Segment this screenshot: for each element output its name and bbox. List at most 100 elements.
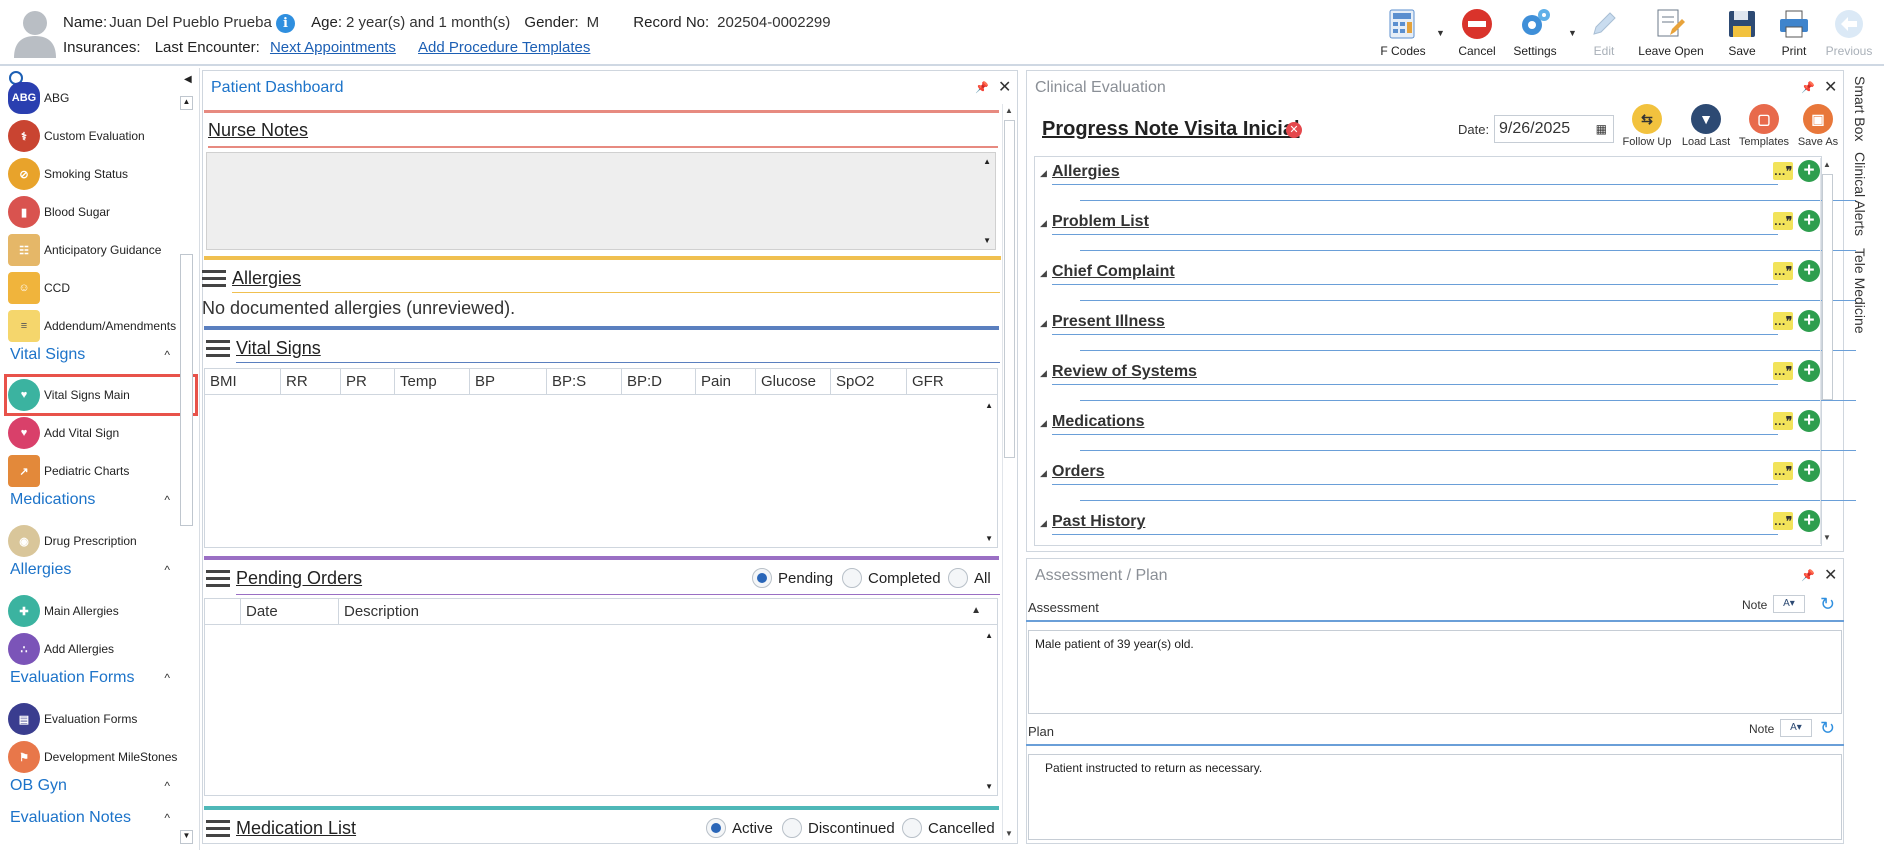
note-format-dropdown[interactable]: A▾ — [1780, 719, 1812, 737]
column-header[interactable]: BP:S — [547, 369, 622, 394]
add-icon[interactable]: + — [1798, 460, 1820, 482]
assessment-textarea[interactable]: Male patient of 39 year(s) old. — [1028, 630, 1842, 714]
scrollbar-thumb[interactable] — [1004, 120, 1015, 458]
section-label[interactable]: Review of Systems — [1052, 363, 1197, 381]
expand-icon[interactable]: ◢ — [1040, 168, 1047, 179]
tab-smart-box[interactable]: Smart Box — [1852, 76, 1868, 141]
expand-icon[interactable]: ◢ — [1040, 518, 1047, 529]
templates-button[interactable]: ▢ Templates — [1736, 104, 1792, 148]
sidebar-item-development-milestones[interactable]: ⚑ Development MileStones — [8, 740, 180, 774]
pin-icon[interactable]: 📌 — [1801, 569, 1815, 582]
menu-icon[interactable] — [206, 820, 230, 838]
add-icon[interactable]: + — [1798, 160, 1820, 182]
section-label[interactable]: Orders — [1052, 463, 1104, 481]
add-icon[interactable]: + — [1798, 260, 1820, 282]
sidebar-item-add-vital-sign[interactable]: ♥ Add Vital Sign — [8, 416, 180, 450]
filter-active-radio[interactable]: Active — [706, 818, 773, 838]
edit-button[interactable]: Edit — [1584, 6, 1624, 62]
plan-textarea[interactable]: Patient instructed to return as necessar… — [1028, 754, 1842, 840]
add-icon[interactable]: + — [1798, 510, 1820, 532]
column-header[interactable]: Temp — [395, 369, 470, 394]
quote-icon[interactable]: …❞ — [1773, 362, 1793, 380]
save-button[interactable]: Save — [1722, 6, 1762, 62]
sidebar-item-ccd[interactable]: ☺ CCD — [8, 271, 180, 305]
sidebar-item-custom-evaluation[interactable]: ⚕ Custom Evaluation — [8, 119, 180, 153]
column-header[interactable]: Glucose — [756, 369, 831, 394]
scroll-down-icon[interactable]: ▼ — [985, 782, 993, 791]
add-icon[interactable]: + — [1798, 360, 1820, 382]
print-button[interactable]: Print — [1774, 6, 1814, 62]
scroll-up-icon[interactable]: ▲ — [985, 401, 993, 410]
quote-icon[interactable]: …❞ — [1773, 462, 1793, 480]
close-icon[interactable]: ✕ — [1824, 565, 1837, 585]
column-header[interactable]: BP — [470, 369, 547, 394]
quote-icon[interactable]: …❞ — [1773, 312, 1793, 330]
menu-icon[interactable] — [206, 340, 230, 358]
sidebar-section-evaluation-notes[interactable]: Evaluation Notes ^ — [10, 809, 170, 827]
sidebar-section-medications[interactable]: Medications ^ — [10, 491, 170, 509]
expand-icon[interactable]: ◢ — [1040, 468, 1047, 479]
dashboard-scrollbar[interactable]: ▲ ▼ — [1002, 104, 1016, 840]
leave-open-button[interactable]: Leave Open — [1636, 6, 1706, 62]
column-header[interactable]: RR — [281, 369, 341, 394]
tab-clinical-alerts[interactable]: Clinical Alerts — [1852, 152, 1868, 236]
column-header[interactable]: SpO2 — [831, 369, 907, 394]
quote-icon[interactable]: …❞ — [1773, 162, 1793, 180]
filter-cancelled-radio[interactable]: Cancelled — [902, 818, 995, 838]
column-header[interactable]: GFR — [907, 369, 985, 394]
fcodes-dropdown-icon[interactable]: ▼ — [1436, 28, 1445, 38]
sidebar-section-ob-gyn[interactable]: OB Gyn ^ — [10, 777, 170, 795]
follow-up-button[interactable]: ⇆ Follow Up — [1620, 104, 1674, 148]
date-input[interactable]: 9/26/2025 ▦ — [1494, 115, 1614, 143]
quote-icon[interactable]: …❞ — [1773, 212, 1793, 230]
sidebar-item-main-allergies[interactable]: ✚ Main Allergies — [8, 594, 180, 628]
sidebar-scrollbar[interactable]: ▲ ▼ — [180, 74, 194, 844]
section-past-history[interactable]: ◢ Past History …❞ + — [1040, 510, 1820, 550]
sidebar-item-anticipatory-guidance[interactable]: ☷ Anticipatory Guidance — [8, 233, 180, 267]
section-label[interactable]: Problem List — [1052, 213, 1149, 231]
load-last-button[interactable]: ▼ Load Last — [1680, 104, 1732, 148]
quote-icon[interactable]: …❞ — [1773, 512, 1793, 530]
sidebar-item-pediatric-charts[interactable]: ↗ Pediatric Charts — [8, 454, 180, 488]
filter-all-radio[interactable]: All — [948, 568, 991, 588]
scroll-up-icon[interactable]: ▲ — [1823, 160, 1831, 169]
clinical-scrollbar[interactable]: ▲ ▼ — [1820, 158, 1834, 544]
refresh-icon[interactable]: ↻ — [1820, 594, 1835, 615]
sidebar-item-abg[interactable]: ABG ABG — [8, 81, 180, 115]
expand-icon[interactable]: ◢ — [1040, 218, 1047, 229]
sidebar-item-addendum[interactable]: ≡ Addendum/Amendments — [8, 309, 180, 343]
section-label[interactable]: Medications — [1052, 413, 1144, 431]
section-label[interactable]: Chief Complaint — [1052, 263, 1175, 281]
scrollbar-thumb[interactable] — [180, 254, 193, 526]
scroll-up-icon[interactable]: ▲ — [983, 157, 991, 166]
close-icon[interactable]: ✕ — [998, 77, 1011, 97]
previous-button[interactable]: Previous — [1824, 6, 1874, 62]
quote-icon[interactable]: …❞ — [1773, 262, 1793, 280]
info-icon[interactable]: i — [275, 14, 295, 33]
refresh-icon[interactable]: ↻ — [1820, 718, 1835, 739]
column-header[interactable]: Date — [241, 599, 339, 624]
sidebar-item-evaluation-forms[interactable]: ▤ Evaluation Forms — [8, 702, 180, 736]
filter-pending-radio[interactable]: Pending — [752, 568, 833, 588]
pin-icon[interactable]: 📌 — [975, 81, 989, 94]
fcodes-button[interactable]: F Codes — [1378, 6, 1428, 62]
nurse-notes-area[interactable]: ▲ ▼ — [206, 152, 996, 250]
section-orders[interactable]: ◢ Orders …❞ + — [1040, 460, 1856, 501]
section-allergies[interactable]: ◢ Allergies …❞ + — [1040, 160, 1856, 201]
scroll-up-icon[interactable]: ▲ — [1005, 106, 1013, 115]
close-icon[interactable]: ✕ — [1824, 77, 1837, 97]
expand-icon[interactable]: ◢ — [1040, 318, 1047, 329]
section-chief-complaint[interactable]: ◢ Chief Complaint …❞ + — [1040, 260, 1856, 301]
section-medications[interactable]: ◢ Medications …❞ + — [1040, 410, 1856, 451]
sidebar-item-blood-sugar[interactable]: ▮ Blood Sugar — [8, 195, 180, 229]
save-as-button[interactable]: ▣ Save As — [1796, 104, 1840, 148]
scrollbar-thumb[interactable] — [1822, 174, 1833, 400]
sidebar-section-allergies[interactable]: Allergies ^ — [10, 561, 170, 579]
settings-dropdown-icon[interactable]: ▼ — [1568, 28, 1577, 38]
sidebar-item-add-allergies[interactable]: ∴ Add Allergies — [8, 632, 180, 666]
add-icon[interactable]: + — [1798, 410, 1820, 432]
column-header[interactable]: Description ▲ — [339, 599, 995, 624]
section-present-illness[interactable]: ◢ Present Illness …❞ + — [1040, 310, 1856, 351]
column-header[interactable]: BP:D — [622, 369, 696, 394]
sidebar-section-evaluation-forms[interactable]: Evaluation Forms ^ — [10, 669, 170, 687]
